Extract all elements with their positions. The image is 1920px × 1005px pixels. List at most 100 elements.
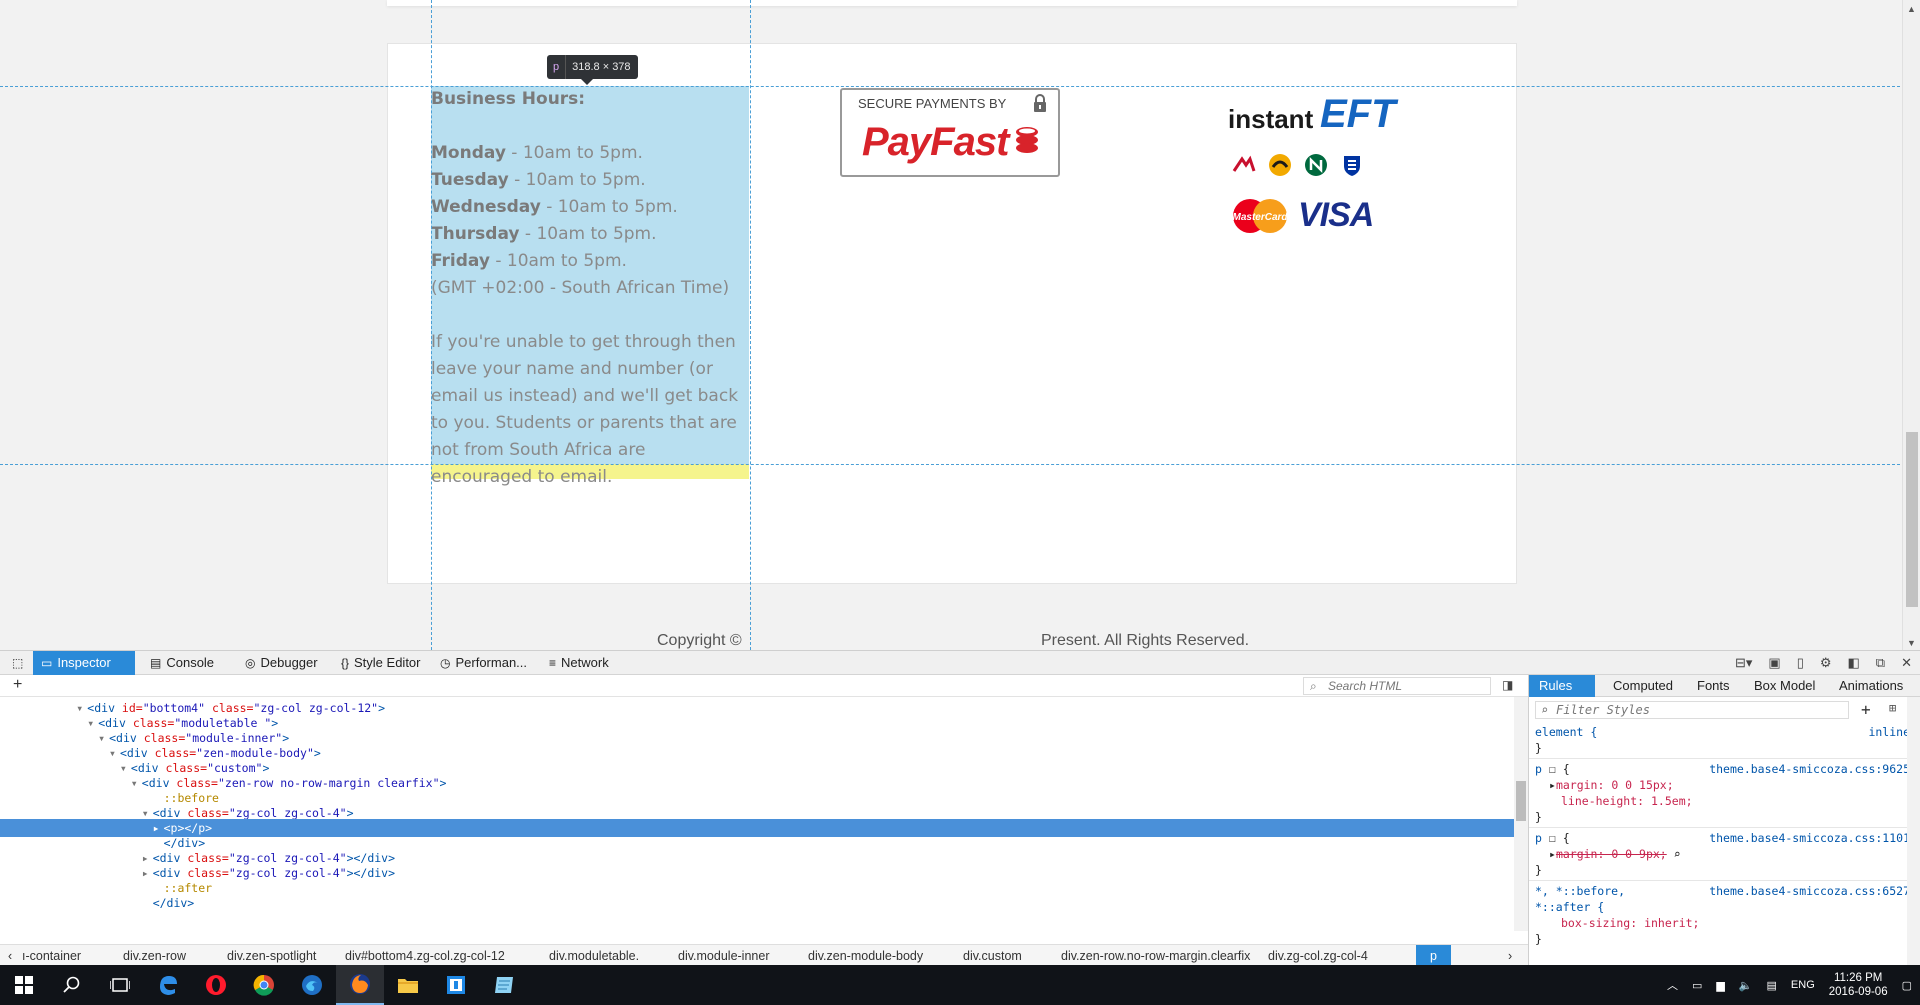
style-editor-icon: {} — [341, 656, 350, 670]
add-rule-button[interactable]: + — [1861, 700, 1871, 719]
tab-box-model[interactable]: Box Model — [1744, 675, 1825, 697]
breadcrumb-item[interactable]: div.custom — [963, 945, 1022, 967]
taskbar-notepad[interactable] — [480, 965, 528, 1005]
breadcrumb-item[interactable]: div.zen-row.no-row-margin.clearfix — [1061, 945, 1250, 967]
close-icon[interactable]: ✕ — [1901, 655, 1912, 671]
rule-1-line-height[interactable]: line-height: 1.5em; — [1561, 793, 1693, 809]
tab-debugger[interactable]: ◎ Debugger — [237, 651, 326, 675]
rule-close: } — [1535, 741, 1542, 755]
task-view-button[interactable] — [96, 965, 144, 1005]
rule-1-source[interactable]: theme.base4-smiccoza.css:9625 — [1709, 761, 1910, 777]
breadcrumb-scroll-right-icon[interactable]: › — [1508, 945, 1512, 967]
chevron-up-icon[interactable]: ︿ — [1667, 977, 1678, 993]
page-viewport: Business Hours: Monday - 10am to 5pm. Tu… — [0, 0, 1920, 650]
debugger-icon: ◎ — [245, 656, 256, 670]
pick-element-button[interactable]: ⬚ — [4, 651, 30, 675]
search-icon — [63, 976, 80, 993]
rule-element-source[interactable]: inline — [1868, 724, 1910, 740]
scroll-thumb[interactable] — [1906, 432, 1918, 607]
language-indicator[interactable]: ENG — [1791, 979, 1815, 991]
rule-3-selector-cont: *::after { — [1535, 900, 1605, 914]
tab-fonts[interactable]: Fonts — [1687, 675, 1740, 697]
tab-style-editor[interactable]: {} Style Editor — [333, 651, 429, 675]
devtools-tabbar: ⬚ ▭ Inspector ▤ Console ◎ Debugger {} Style … — [0, 651, 1920, 675]
start-button[interactable] — [0, 965, 48, 1005]
tab-network[interactable]: ≡ Network — [541, 651, 617, 675]
hours-friday: Friday - 10am to 5pm. — [431, 251, 627, 271]
filter-styles-input[interactable]: ⌕ Filter Styles — [1535, 701, 1849, 719]
layout-icon[interactable]: ⊟▾ — [1735, 655, 1752, 671]
taskbar-chrome[interactable] — [240, 965, 288, 1005]
breadcrumb-item[interactable]: ı-container — [22, 945, 81, 967]
rule-2-margin[interactable]: ▸margin: 0 0 9px; ⌕ — [1549, 846, 1681, 862]
rules-scrollbar[interactable] — [1907, 697, 1920, 966]
tooltip-tag: p — [547, 55, 567, 79]
business-hours-text: Business Hours: Monday - 10am to 5pm. Tu… — [431, 86, 751, 491]
rule-1-close: } — [1535, 810, 1542, 824]
taskbar-file-explorer[interactable] — [384, 965, 432, 1005]
responsive-icon[interactable]: ▣ — [1768, 655, 1780, 671]
markup-tree: ▾ <div id="bottom4" class="zg-col zg-col-… — [0, 697, 1514, 927]
markup-scroll-thumb[interactable] — [1516, 781, 1526, 821]
clock[interactable]: 11:26 PM 2016-09-06 — [1829, 971, 1888, 999]
pseudo-class-toggle-icon[interactable]: ⊞ — [1889, 701, 1896, 715]
taskbar-opera[interactable] — [192, 965, 240, 1005]
breadcrumb-item[interactable]: div.zen-row — [123, 945, 186, 967]
taskbar-firefox[interactable] — [336, 965, 384, 1005]
page-scrollbar[interactable]: ▲ ▼ — [1902, 0, 1920, 650]
breadcrumb-item[interactable]: div.zen-spotlight — [227, 945, 316, 967]
breadcrumb-item[interactable]: p — [1416, 945, 1451, 967]
screenshot-icon[interactable]: ▯ — [1797, 655, 1804, 671]
breadcrumb-item[interactable]: div.moduletable. — [549, 945, 639, 967]
volume-icon[interactable]: 🔈 — [1739, 979, 1753, 992]
rule-divider — [1529, 827, 1907, 828]
rule-1-margin[interactable]: ▸margin: 0 0 15px; — [1549, 777, 1674, 793]
fnb-icon — [1269, 154, 1291, 176]
payfast-coins-icon — [1016, 127, 1038, 153]
scroll-up-icon[interactable]: ▲ — [1907, 4, 1916, 14]
tab-animations[interactable]: Animations — [1829, 675, 1913, 697]
markup-scrollbar[interactable] — [1514, 697, 1528, 931]
rule-3-close: } — [1535, 932, 1542, 946]
rule-3-source[interactable]: theme.base4-smiccoza.css:6527 — [1709, 883, 1910, 899]
rule-2-source[interactable]: theme.base4-smiccoza.css:1101 — [1709, 830, 1910, 846]
payfast-badge[interactable]: SECURE PAYMENTS BY PayFast — [840, 88, 1060, 177]
breadcrumb-item[interactable]: div.module-inner — [678, 945, 769, 967]
settings-icon[interactable]: ⚙ — [1820, 655, 1832, 671]
search-button[interactable] — [48, 965, 96, 1005]
breadcrumb-item[interactable]: div#bottom4.zg-col.zg-col-12 — [345, 945, 505, 967]
taskbar-edge[interactable] — [144, 965, 192, 1005]
breadcrumb-item[interactable]: div.zen-module-body — [808, 945, 923, 967]
tooltip-dims: 318.8 × 378 — [572, 61, 631, 73]
message-icon[interactable]: ▤ — [1767, 979, 1777, 992]
breadcrumb-item[interactable]: div.zg-col.zg-col-4 — [1268, 945, 1368, 967]
network-icon[interactable]: ▆ — [1716, 979, 1724, 992]
rule-3-box-sizing[interactable]: box-sizing: inherit; — [1561, 915, 1699, 931]
search-html-input[interactable]: ⌕ Search HTML — [1303, 677, 1491, 695]
taskbar-app[interactable] — [432, 965, 480, 1005]
task-view-icon — [110, 978, 130, 992]
nedbank-icon — [1305, 154, 1327, 176]
tab-computed[interactable]: Computed — [1603, 675, 1683, 697]
breadcrumb-scroll-left-icon[interactable]: ‹ — [8, 945, 12, 967]
firefox-icon — [350, 974, 370, 994]
tab-performance[interactable]: ◷ Performan... — [432, 651, 535, 675]
taskbar-firefox-dev[interactable] — [288, 965, 336, 1005]
dock-icon[interactable]: ◧ — [1848, 655, 1860, 671]
power-icon[interactable]: ▭ — [1692, 979, 1702, 992]
notifications-icon[interactable]: ▢ — [1902, 979, 1912, 992]
inspector-icon: ▭ — [41, 656, 53, 670]
tab-console[interactable]: ▤ Console — [142, 651, 222, 675]
tab-rules[interactable]: Rules — [1529, 675, 1595, 697]
devtools-toolbar-icons: ⊟▾ ▣ ▯ ⚙ ◧ ⧉ ✕ — [1735, 651, 1912, 675]
tab-inspector[interactable]: ▭ Inspector — [33, 651, 135, 675]
undock-icon[interactable]: ⧉ — [1876, 655, 1885, 671]
sidebar-toggle-icon[interactable]: ◨ — [1502, 678, 1513, 692]
add-node-button[interactable]: + — [13, 676, 22, 694]
previous-section-edge — [387, 0, 1517, 6]
scroll-down-icon[interactable]: ▼ — [1907, 638, 1916, 648]
standard-bank-icon — [1344, 156, 1360, 176]
markup-node[interactable]: </div> — [0, 894, 1514, 912]
rule-2-selector: p ☐ { — [1535, 831, 1570, 845]
copyright-left: Copyright © — [657, 632, 742, 649]
